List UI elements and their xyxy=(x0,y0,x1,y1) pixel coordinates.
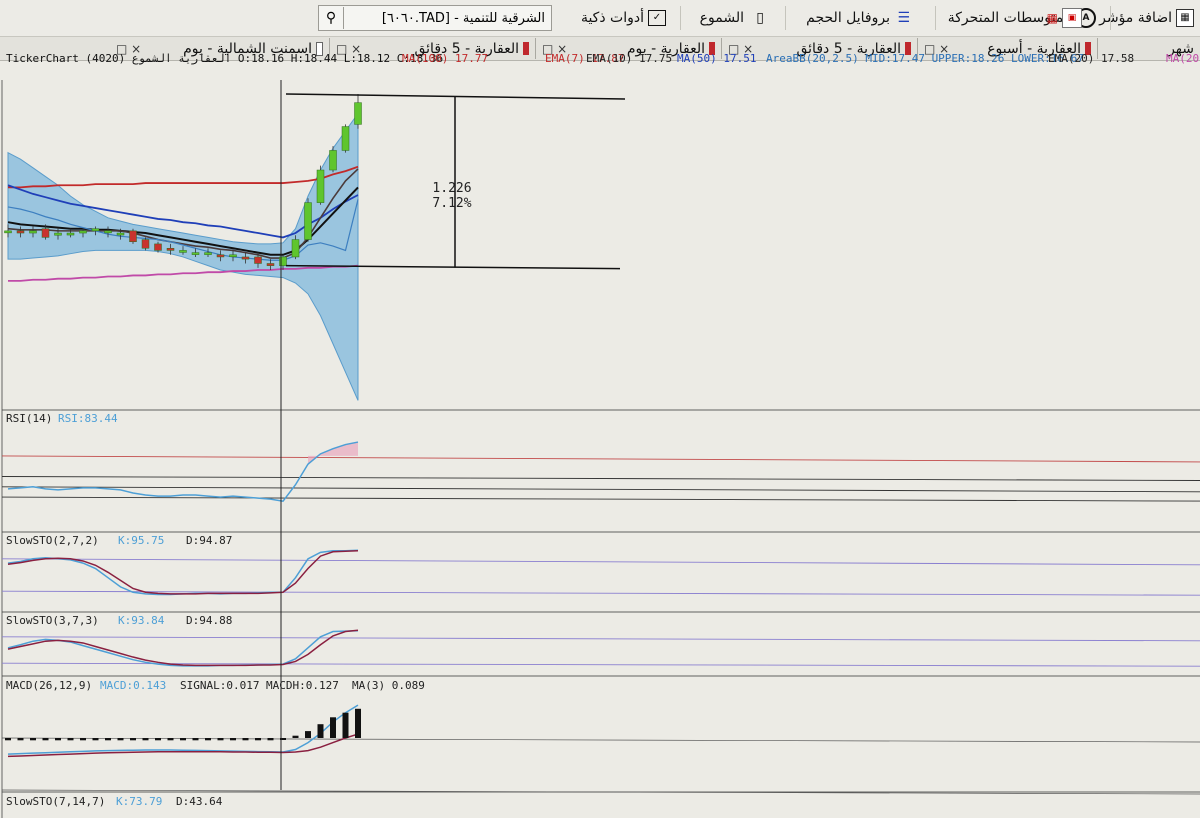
candle-body xyxy=(216,254,225,258)
rsi-panel-label: RSI(14) xyxy=(6,412,52,425)
macd-histogram-bar xyxy=(80,738,86,741)
macd-ma-value: MA(3) 0.089 xyxy=(352,679,425,692)
indicator-legend-item: EMA(10) 17.75 xyxy=(586,52,672,65)
macd-histogram-bar xyxy=(342,712,349,738)
candle-body xyxy=(266,263,275,266)
indicator-legend-item: MA(20 xyxy=(1166,52,1199,65)
macd-histogram-bar xyxy=(317,724,324,738)
macd-histogram-bar xyxy=(192,738,199,741)
macd-histogram-bar xyxy=(117,738,124,741)
measure-percent: 7.12% xyxy=(432,196,471,211)
candle-body xyxy=(141,239,150,249)
candle-body xyxy=(254,256,262,264)
indicator-legend-item: MA(100) 17.77 xyxy=(402,52,488,65)
sto2-k-value: K:93.84 xyxy=(118,614,165,627)
macd-histogram-bar xyxy=(217,738,224,741)
macd-histogram-bar xyxy=(292,735,299,738)
candle-body xyxy=(154,243,162,251)
sto1-k-value: K:95.75 xyxy=(118,534,164,547)
candle-body xyxy=(241,256,250,260)
candle-body xyxy=(329,150,337,171)
candle-body xyxy=(116,232,125,236)
candle-body xyxy=(354,102,362,125)
sto3-d-value: D:43.64 xyxy=(176,795,223,808)
macd-histogram-bar xyxy=(105,738,111,741)
macd-histogram-bar xyxy=(130,738,136,741)
indicator-legend-item: MA(50) 17.51 xyxy=(677,52,756,65)
sto2-d-value: D:94.88 xyxy=(186,614,232,627)
macd-panel-label: MACD(26,12,9) xyxy=(6,679,92,692)
sto1-panel-label: SlowSTO(2,7,2) xyxy=(6,534,99,547)
candle-body xyxy=(291,239,300,258)
candle-body xyxy=(341,126,350,151)
macd-hist-value: MACDH:0.127 xyxy=(266,679,339,692)
candle-body xyxy=(166,248,175,251)
candle-body xyxy=(79,230,87,234)
macd-histogram-bar xyxy=(30,738,36,741)
chart-background xyxy=(0,61,1200,818)
measure-value: 1.226 xyxy=(432,181,471,196)
candle-body xyxy=(179,250,187,253)
macd-histogram-bar xyxy=(305,731,311,738)
macd-histogram-bar xyxy=(180,738,186,741)
macd-signal-value: SIGNAL:0.017 xyxy=(180,679,259,692)
macd-histogram-bar xyxy=(330,717,336,738)
macd-histogram-bar xyxy=(205,738,211,741)
macd-histogram-bar xyxy=(267,738,274,741)
chart-canvas[interactable]: TickerChart العقارية الشموع (4020) O:18.… xyxy=(0,0,1200,818)
candle-body xyxy=(316,169,325,203)
macd-histogram-bar xyxy=(355,708,361,738)
candle-body xyxy=(91,228,100,232)
candle-body xyxy=(29,230,37,234)
rsi-value: RSI:83.44 xyxy=(58,412,118,425)
candle-body xyxy=(204,252,212,255)
candle-body xyxy=(304,202,312,240)
sto2-panel-label: SlowSTO(3,7,3) xyxy=(6,614,99,627)
macd-histogram-bar xyxy=(167,738,174,741)
chart-header-ohlc: TickerChart العقارية الشموع (4020) O:18.… xyxy=(6,52,443,65)
macd-histogram-bar xyxy=(42,738,49,741)
candle-body xyxy=(66,232,75,236)
sto3-panel-label: SlowSTO(7,14,7) xyxy=(6,795,105,808)
candle-body xyxy=(16,230,25,234)
macd-histogram-bar xyxy=(242,738,249,741)
sto1-d-value: D:94.87 xyxy=(186,534,232,547)
candle-body xyxy=(229,254,237,258)
candle-body xyxy=(129,230,137,242)
macd-histogram-bar xyxy=(5,738,11,741)
macd-histogram-bar xyxy=(230,738,236,741)
macd-histogram-bar xyxy=(67,738,74,741)
candle-body xyxy=(54,232,62,236)
macd-value: MACD:0.143 xyxy=(100,679,166,692)
indicator-legend-item: EMA(20) 17.58 xyxy=(1048,52,1134,65)
macd-histogram-bar xyxy=(142,738,149,741)
candle-body xyxy=(41,228,50,238)
macd-histogram-bar xyxy=(55,738,61,741)
macd-histogram-bar xyxy=(155,738,161,741)
macd-histogram-bar xyxy=(92,738,99,741)
indicator-legend-item: AreaBB(20,2.5) MID:17.47 UPPER:18.26 LOW… xyxy=(766,52,1084,65)
macd-histogram-bar xyxy=(255,738,261,741)
candle-body xyxy=(104,230,112,234)
sto3-k-value: K:73.79 xyxy=(116,795,162,808)
candle-body xyxy=(191,252,200,255)
macd-histogram-bar xyxy=(17,738,24,741)
candle-body xyxy=(4,230,12,234)
